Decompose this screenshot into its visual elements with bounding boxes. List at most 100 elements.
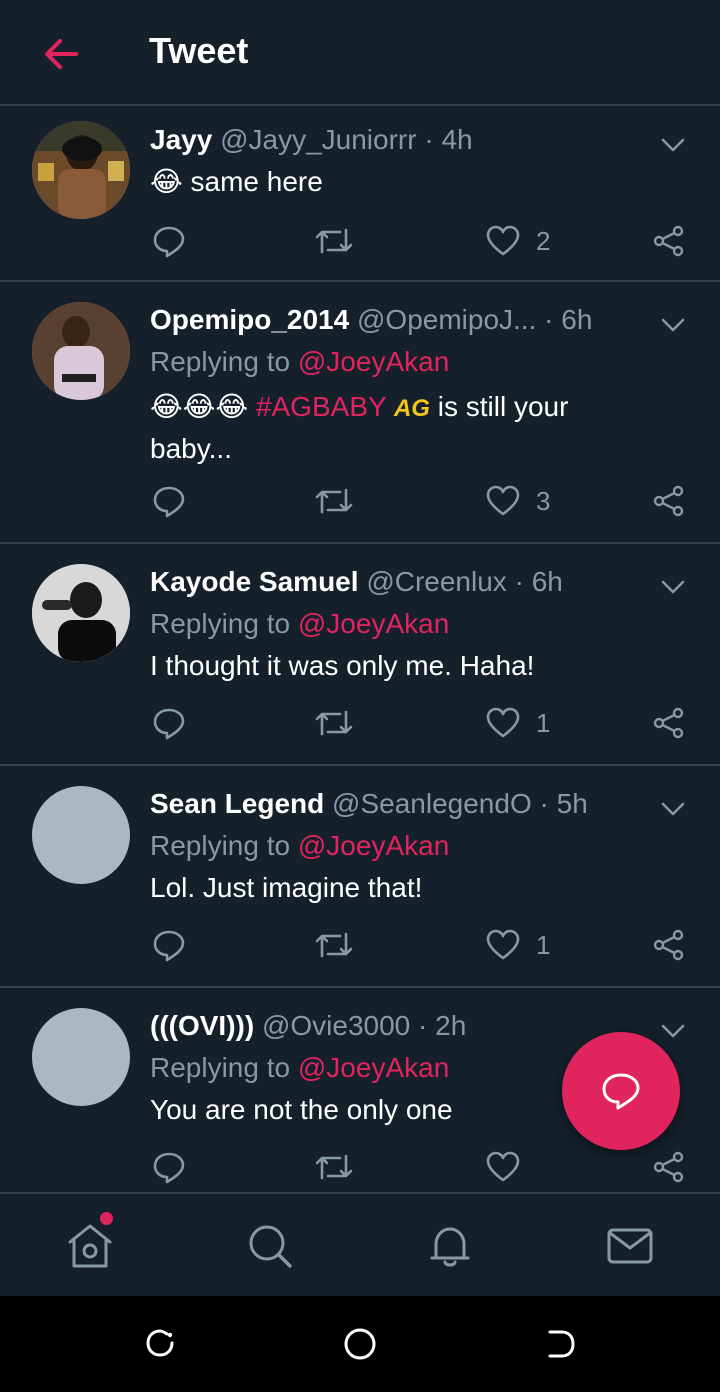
separator-dot: · [424,124,434,155]
tweet-actions: 1 [0,703,720,743]
like-count: 1 [536,707,551,738]
handle: @Ovie3000 [261,1010,411,1041]
share-button[interactable] [652,1147,686,1187]
tweet-header: Kayode Samuel @Creenlux · 6h [150,566,640,598]
chevron-down-icon[interactable] [660,316,686,334]
tweet-text: 😂 same here [150,162,630,202]
compose-reply-button[interactable] [562,1032,680,1150]
chevron-down-icon[interactable] [660,578,686,596]
chevron-down-icon[interactable] [660,800,686,818]
emoji: 😂😂😂 [150,391,249,422]
tweet-sean-legend[interactable]: Sean Legend @SeanlegendO · 5h Replying t… [0,766,720,988]
home-icon [68,1224,112,1268]
mail-icon [607,1228,653,1264]
page-title: Tweet [149,30,249,71]
display-name[interactable]: (((OVI))) [150,1010,254,1041]
back-icon [548,1330,575,1358]
share-button[interactable] [652,925,686,965]
retweet-button[interactable] [314,1147,354,1187]
avatar-opemipo[interactable] [32,302,130,400]
bell-icon [430,1227,470,1267]
separator-dot: · [539,788,549,819]
heart-icon [486,485,520,516]
like-count: 3 [536,485,551,516]
handle: @Creenlux [366,566,507,597]
tweet-opemipo[interactable]: Opemipo_2014 @OpemipoJ... · 6h Replying … [0,282,720,544]
tweet-text: 😂😂😂 #AGBABY AG is still your baby... [150,387,630,469]
retweet-icon [315,710,353,736]
handle: @Jayy_Juniorrr [220,124,417,155]
share-icon [653,485,684,517]
avatar-placeholder[interactable] [32,786,130,884]
tab-search[interactable] [242,1218,298,1274]
top-app-bar: Tweet [0,0,720,106]
replying-to-label: Replying to [150,608,291,639]
share-button[interactable] [652,221,686,261]
recents-icon [146,1329,174,1357]
display-name[interactable]: Kayode Samuel [150,566,359,597]
reply-button[interactable] [152,703,186,743]
heart-icon [486,1151,520,1182]
hashtag-link[interactable]: #AGBABY [256,391,386,422]
mention-link[interactable]: @JoeyAkan [298,346,449,377]
like-button[interactable]: 3 [486,481,550,521]
retweet-button[interactable] [314,925,354,965]
tweet-text: I thought it was only me. Haha! [150,650,535,681]
timestamp: 4h [441,124,473,155]
reply-icon [153,226,185,258]
display-name[interactable]: Sean Legend [150,788,324,819]
retweet-button[interactable] [314,703,354,743]
like-button[interactable] [486,1147,536,1187]
tweet-body: same here [182,166,323,197]
avatar-jayy[interactable] [32,121,130,219]
like-count: 1 [536,929,551,960]
chevron-down-icon[interactable] [660,136,686,154]
tab-notifications[interactable] [422,1218,478,1274]
replying-to-label: Replying to [150,346,291,377]
timestamp: 6h [561,304,593,335]
heart-icon [486,707,520,738]
reply-button[interactable] [152,925,186,965]
share-button[interactable] [652,481,686,521]
arrow-left-icon [45,39,78,69]
home-button[interactable] [340,1326,380,1362]
share-icon [653,707,684,739]
replying-to-label: Replying to [150,830,291,861]
mention-link[interactable]: @JoeyAkan [298,608,449,639]
retweet-icon [315,932,353,958]
tweet-text: You are not the only one [150,1094,453,1125]
hashtag-badge: AG [393,395,430,422]
tweet-kayode[interactable]: Kayode Samuel @Creenlux · 6h Replying to… [0,544,720,766]
avatar-placeholder[interactable] [32,1008,130,1106]
avatar-kayode[interactable] [32,564,130,662]
like-button[interactable]: 1 [486,703,550,743]
timestamp: 6h [531,566,563,597]
reply-feed[interactable]: Jayy @Jayy_Juniorrr · 4h 😂 same here 2 O… [0,106,720,1192]
reply-button[interactable] [152,1147,186,1187]
tweet-header: Opemipo_2014 @OpemipoJ... · 6h [150,304,640,336]
share-button[interactable] [652,703,686,743]
reply-button[interactable] [152,221,186,261]
retweet-icon [315,488,353,514]
tweet-jayy[interactable]: Jayy @Jayy_Juniorrr · 4h 😂 same here 2 [0,106,720,282]
retweet-button[interactable] [314,481,354,521]
tab-messages[interactable] [602,1218,658,1274]
display-name[interactable]: Opemipo_2014 [150,304,349,335]
chevron-down-icon[interactable] [660,1022,686,1040]
reply-icon [153,486,185,518]
mention-link[interactable]: @JoeyAkan [298,1052,449,1083]
reply-button[interactable] [152,481,186,521]
display-name[interactable]: Jayy [150,124,212,155]
recents-button[interactable] [140,1326,180,1362]
retweet-button[interactable] [314,221,354,261]
like-button[interactable]: 2 [486,221,550,261]
like-button[interactable]: 1 [486,925,550,965]
home-circle-icon [344,1328,376,1360]
back-button[interactable] [40,34,84,74]
separator-dot: · [514,566,524,597]
tab-home[interactable] [62,1212,118,1274]
back-nav-button[interactable] [540,1326,580,1362]
replying-to: Replying to @JoeyAkan [150,1052,449,1084]
mention-link[interactable]: @JoeyAkan [298,830,449,861]
tweet-actions: 2 [0,221,720,261]
